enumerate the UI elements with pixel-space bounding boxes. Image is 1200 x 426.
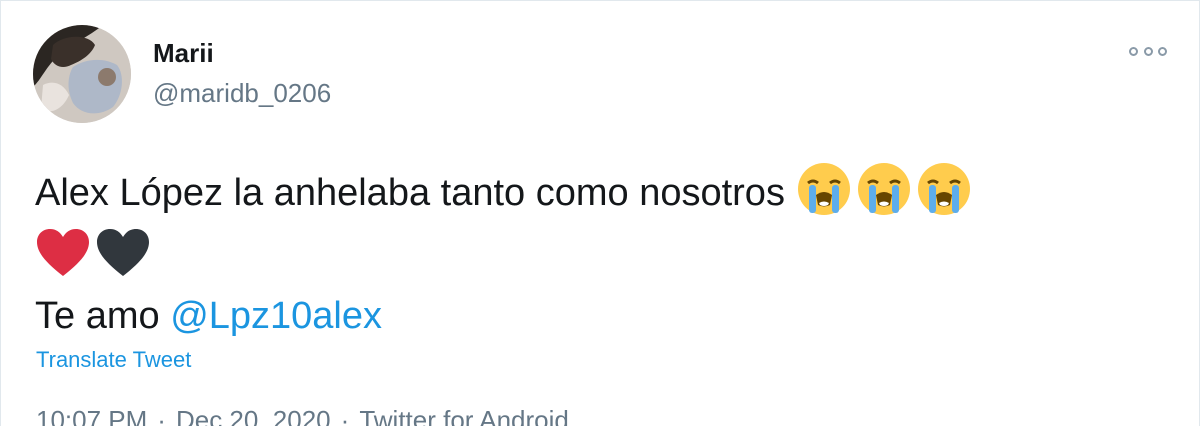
loudly-crying-face-icon bbox=[917, 163, 970, 215]
tweet-date[interactable]: Dec 20, 2020 bbox=[176, 405, 331, 426]
translate-tweet-link[interactable]: Translate Tweet bbox=[36, 347, 191, 373]
user-handle[interactable]: @maridb_0206 bbox=[153, 78, 331, 109]
more-dot bbox=[1129, 46, 1138, 56]
tweet-line-3: Te amo @Lpz10alex bbox=[35, 285, 1165, 347]
tweet-line-2 bbox=[35, 223, 1165, 285]
user-name[interactable]: Marii bbox=[153, 38, 214, 69]
black-heart-icon bbox=[97, 229, 149, 276]
tweet-line-1: Alex López la anhelaba tanto como nosotr… bbox=[35, 161, 1165, 223]
avatar-photo bbox=[33, 25, 131, 123]
loudly-crying-face-icon bbox=[797, 163, 850, 215]
loudly-crying-face-icon bbox=[857, 163, 910, 215]
tweet-source: Twitter for Android bbox=[359, 405, 569, 426]
tweet-meta: 10:07 PM · Dec 20, 2020 · Twitter for Androi… bbox=[36, 405, 569, 426]
tweet-card: Marii @maridb_0206 Alex López la anhelab… bbox=[0, 0, 1200, 426]
meta-separator: · bbox=[340, 405, 350, 426]
tweet-text-prefix: Te amo bbox=[35, 295, 160, 337]
tweet-text: Alex López la anhelaba tanto como nosotr… bbox=[35, 161, 1165, 347]
avatar[interactable] bbox=[33, 25, 131, 123]
meta-separator: · bbox=[157, 405, 166, 426]
red-heart-icon bbox=[37, 229, 89, 276]
tweet-time[interactable]: 10:07 PM bbox=[36, 405, 147, 426]
more-options-icon[interactable] bbox=[1129, 41, 1167, 61]
tweet-text-body: Alex López la anhelaba tanto como nosotr… bbox=[35, 172, 785, 214]
mention-link[interactable]: @Lpz10alex bbox=[170, 295, 382, 337]
more-dot bbox=[1158, 46, 1167, 56]
more-dot bbox=[1143, 46, 1153, 56]
